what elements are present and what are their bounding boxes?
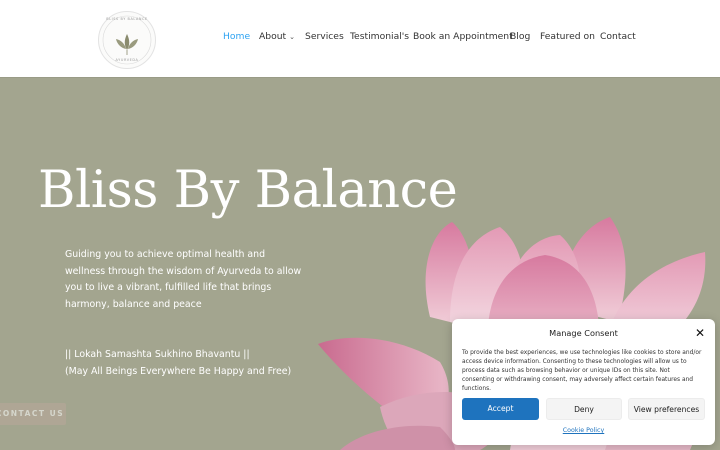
nav-testimonials[interactable]: Testimonial's — [350, 31, 409, 42]
nav-featured-on[interactable]: Featured on — [540, 31, 595, 42]
deny-button[interactable]: Deny — [546, 398, 622, 420]
view-preferences-button[interactable]: View preferences — [628, 398, 705, 420]
mantra-line-2: (May All Beings Everywhere Be Happy and … — [65, 365, 292, 377]
site-logo[interactable]: BLISS BY BALANCE AYURVEDA — [98, 11, 156, 69]
hero-description: Guiding you to achieve optimal health an… — [65, 249, 302, 310]
logo-bottom-text: AYURVEDA — [115, 58, 139, 62]
nav-contact[interactable]: Contact — [600, 31, 636, 42]
hero-mantra: || Lokah Samashta Sukhino Bhavantu || (M… — [65, 347, 291, 380]
close-icon[interactable]: ✕ — [694, 327, 706, 339]
hero-title: Bliss By Balance — [38, 161, 458, 220]
accept-button[interactable]: Accept — [462, 398, 539, 420]
nav-about-label: About — [259, 31, 287, 42]
nav-book-appointment[interactable]: Book an Appointment — [413, 31, 513, 42]
nav-about[interactable]: About ⌄ — [259, 31, 295, 42]
site-header: BLISS BY BALANCE AYURVEDA Home About ⌄ Se… — [0, 0, 720, 77]
consent-text: To provide the best experiences, we use … — [462, 350, 702, 392]
nav-blog[interactable]: Blog — [510, 31, 530, 42]
cookie-policy-link[interactable]: Cookie Policy — [452, 427, 715, 434]
nav-services[interactable]: Services — [305, 31, 344, 42]
nav-home[interactable]: Home — [223, 31, 250, 42]
mantra-line-1: || Lokah Samashta Sukhino Bhavantu || — [65, 349, 250, 360]
consent-dialog: Manage Consent ✕ To provide the best exp… — [452, 319, 715, 445]
contact-us-button[interactable]: CONTACT US — [0, 403, 66, 425]
consent-title: Manage Consent — [549, 328, 618, 338]
logo-top-text: BLISS BY BALANCE — [106, 17, 148, 21]
chevron-down-icon: ⌄ — [289, 33, 296, 41]
